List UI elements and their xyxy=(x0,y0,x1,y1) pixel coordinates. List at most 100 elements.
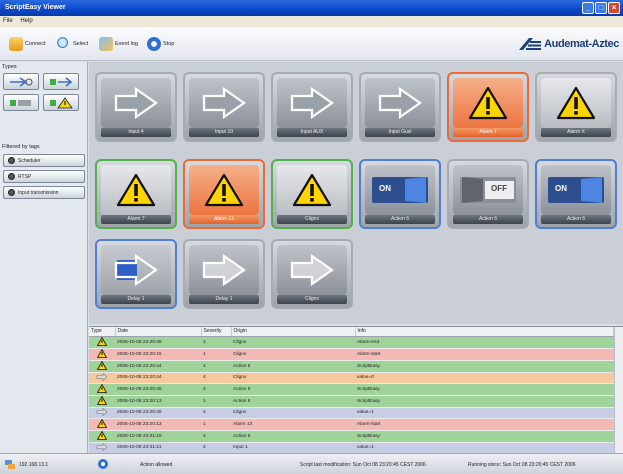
type-alarm-button[interactable] xyxy=(43,94,79,111)
tile-face xyxy=(101,245,171,295)
event-log-table: Type Date Severity Origin Info 2006-10-0… xyxy=(89,327,614,453)
type-output-button[interactable] xyxy=(43,73,79,90)
log-info-cell: value=1 xyxy=(355,407,614,419)
log-row[interactable]: 2006-10-08 23:20:45 4 Clignx value=1 xyxy=(89,407,614,419)
warning-icon xyxy=(96,383,108,393)
status-modified: Script last modification: Sun Oct 08 23:… xyxy=(300,462,426,468)
stop-button[interactable]: Stop xyxy=(144,36,177,52)
warning-icon xyxy=(116,173,156,207)
log-info-cell: ScriptEasy xyxy=(355,395,614,408)
log-severity-cell: 1 xyxy=(201,418,231,431)
menu-file[interactable]: File xyxy=(3,18,13,24)
input-arrow-icon xyxy=(96,442,108,451)
tile-label: Delay 1 xyxy=(101,295,171,304)
tile-face xyxy=(277,245,347,295)
log-row[interactable]: 2006-10-08 23:31:21 4 Input 1 value=1 xyxy=(89,442,614,453)
log-date-cell: 2006-10-08 23:20:45 xyxy=(115,383,201,396)
log-severity-cell: 4 xyxy=(201,407,231,419)
log-row[interactable]: 2006-10-08 23:20:13 1 Action 6 ScriptEasy xyxy=(89,395,614,408)
tile-delay-active[interactable]: Delay 1 xyxy=(95,239,177,309)
col-info-header[interactable]: Info xyxy=(355,327,614,337)
tile-face xyxy=(277,78,347,128)
stop-icon xyxy=(147,37,161,51)
tile-input[interactable]: Input 10 xyxy=(183,72,265,142)
types-label: Types xyxy=(2,64,17,70)
input-arrow-icon xyxy=(96,407,108,416)
log-row[interactable]: 2006-10-08 23:20:13 1 Alarm 13 Alarm-start xyxy=(89,418,614,431)
tile-on[interactable]: ON Action 6 xyxy=(359,159,441,229)
tile-face xyxy=(189,78,259,128)
log-type-cell xyxy=(89,418,115,431)
tile-alarm[interactable]: Alarm 13 xyxy=(183,159,265,229)
tile-label: Action 6 xyxy=(453,215,523,224)
log-origin-cell: Input 1 xyxy=(231,442,355,453)
col-origin-header[interactable]: Origin xyxy=(231,327,356,337)
log-row[interactable]: 2006-10-08 23:20:45 4 Action 5 ScriptEasy xyxy=(89,383,614,396)
connect-button[interactable]: Connect xyxy=(6,36,49,52)
select-button[interactable]: Select xyxy=(54,36,91,52)
menu-help[interactable]: Help xyxy=(20,18,32,24)
tile-alarm[interactable]: Alarm 7 xyxy=(95,159,177,229)
tile-alarm[interactable]: Alarm 7 xyxy=(447,72,529,142)
log-date-cell: 2006-10-08 23:20:13 xyxy=(115,395,201,408)
log-info-cell: value=1 xyxy=(355,442,614,453)
tile-delay[interactable]: Delay 1 xyxy=(183,239,265,309)
logo-text: Audemat-Aztec xyxy=(544,38,619,50)
tile-face xyxy=(365,78,435,128)
log-origin-cell: Action 6 xyxy=(231,360,355,373)
log-date-cell: 2006-10-08 23:20:44 xyxy=(115,360,201,373)
minimize-button[interactable]: _ xyxy=(582,2,594,14)
log-info-cell: Alarm-start xyxy=(355,418,614,431)
log-severity-cell: 4 xyxy=(201,383,231,396)
type-action-button[interactable] xyxy=(3,94,39,111)
event-log-button[interactable]: Event log xyxy=(96,36,141,52)
brand-logo: Audemat-Aztec xyxy=(519,38,619,50)
select-label: Select xyxy=(73,41,89,47)
tile-delay[interactable]: Clignx xyxy=(271,239,353,309)
status-action: Action allowed xyxy=(140,462,173,468)
info-icon xyxy=(98,459,108,469)
tile-label: Input 4 xyxy=(101,128,171,137)
log-row[interactable]: 2006-10-08 23:20:44 4 Action 6 ScriptEasy xyxy=(89,360,614,373)
log-type-cell xyxy=(89,372,115,384)
type-input-button[interactable] xyxy=(3,73,39,90)
log-severity-cell: 1 xyxy=(201,348,231,361)
delay-icon xyxy=(290,254,334,286)
maximize-button[interactable]: □ xyxy=(595,2,607,14)
log-scrollbar[interactable] xyxy=(614,327,623,453)
log-type-cell xyxy=(89,383,115,396)
log-row[interactable]: 2006-10-08 23:31:19 4 Action 6 ScriptEasy xyxy=(89,430,614,443)
filter-rtsp-button[interactable]: RTSP xyxy=(3,170,85,183)
warning-icon xyxy=(96,430,108,440)
col-type-header[interactable]: Type xyxy=(89,327,116,337)
tile-face xyxy=(101,165,171,215)
tile-input[interactable]: Input 4 xyxy=(95,72,177,142)
log-row[interactable]: 2006-10-08 23:20:44 4 Clignx value=0 xyxy=(89,372,614,384)
output-type-icon xyxy=(50,76,73,87)
close-button[interactable]: × xyxy=(608,2,620,14)
tile-alarm[interactable]: Clignx xyxy=(271,159,353,229)
action-type-icon xyxy=(10,99,31,106)
col-date-header[interactable]: Date xyxy=(115,327,202,337)
log-severity-cell: 4 xyxy=(201,430,231,443)
col-severity-header[interactable]: Severity xyxy=(201,327,232,337)
tile-on[interactable]: ON Action 6 xyxy=(535,159,617,229)
gear-icon xyxy=(8,189,15,196)
switch-off-icon xyxy=(460,177,516,203)
tile-alarm[interactable]: Alarm X xyxy=(535,72,617,142)
log-date-cell: 2006-10-08 23:20:45 xyxy=(115,407,201,419)
event-log: Type Date Severity Origin Info 2006-10-0… xyxy=(89,326,623,453)
log-row[interactable]: 2006-10-08 23:20:15 1 Clignx Alarm-start xyxy=(89,348,614,361)
tile-off[interactable]: OFF Action 6 xyxy=(447,159,529,229)
filter-input-transmission-button[interactable]: Input transmission xyxy=(3,186,85,199)
tile-face: ON xyxy=(541,165,611,215)
network-icon xyxy=(5,460,15,469)
log-type-cell xyxy=(89,407,115,419)
logo-mark-icon xyxy=(519,38,542,50)
log-severity-cell: 1 xyxy=(201,336,231,349)
filter-scheduler-button[interactable]: Scheduler xyxy=(3,154,85,167)
log-row[interactable]: 2006-10-08 23:20:45 1 Clignx Alarm-end xyxy=(89,336,614,349)
tile-face: ON xyxy=(365,165,435,215)
tile-input[interactable]: Input AUX xyxy=(271,72,353,142)
tile-input[interactable]: Input Gusl xyxy=(359,72,441,142)
